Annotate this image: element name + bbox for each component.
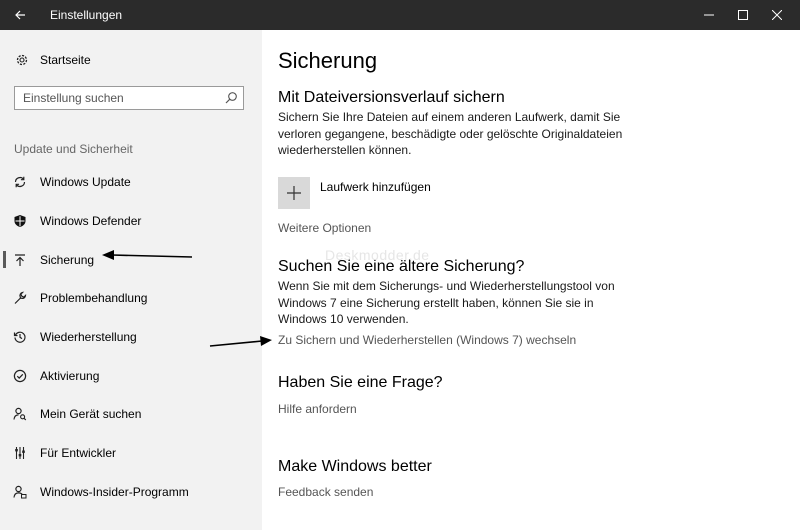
sidebar-item-label: Wiederherstellung (40, 330, 137, 345)
sidebar: Startseite Update und Sicherheit Windows… (0, 30, 262, 530)
get-help-link[interactable]: Hilfe anfordern (278, 402, 357, 416)
sidebar-item-windows-defender[interactable]: Windows Defender (0, 202, 262, 241)
sidebar-item-label: Für Entwickler (40, 446, 117, 461)
add-drive-label: Laufwerk hinzufügen (320, 180, 431, 194)
maximize-button[interactable] (726, 0, 760, 30)
sidebar-item-windows-insider[interactable]: Windows-Insider-Programm (0, 473, 262, 512)
wrench-icon (12, 290, 28, 306)
upload-arrow-icon (12, 252, 28, 268)
sidebar-item-sicherung[interactable]: Sicherung (0, 240, 262, 279)
feedback-link[interactable]: Feedback senden (278, 485, 373, 499)
back-icon (15, 10, 25, 20)
close-icon (772, 10, 782, 20)
minimize-button[interactable] (692, 0, 726, 30)
sidebar-item-windows-update[interactable]: Windows Update (0, 163, 262, 202)
person-search-icon (12, 406, 28, 422)
search-icon[interactable] (224, 91, 238, 105)
sync-icon (12, 174, 28, 190)
older-backup-description: Wenn Sie mit dem Sicherungs- und Wiederh… (278, 279, 615, 326)
sidebar-item-label: Aktivierung (40, 368, 100, 383)
settings-search-box[interactable] (14, 86, 244, 110)
title-bar: Einstellungen (0, 0, 800, 30)
file-history-heading: Mit Dateiversionsverlauf sichern (278, 89, 505, 106)
sidebar-item-label: Problembehandlung (40, 291, 148, 306)
windows7-backup-link[interactable]: Zu Sichern und Wiederherstellen (Windows… (278, 333, 576, 347)
sidebar-item-label: Windows-Insider-Programm (40, 484, 189, 499)
search-input[interactable] (15, 87, 223, 109)
history-icon (12, 329, 28, 345)
add-drive-button[interactable]: Laufwerk hinzufügen (278, 177, 431, 209)
home-label: Startseite (40, 53, 91, 67)
home-link[interactable]: Startseite (14, 52, 91, 68)
file-history-description: Sichern Sie Ihre Dateien auf einem ander… (278, 110, 623, 157)
maximize-icon (738, 10, 748, 20)
insider-icon (12, 484, 28, 500)
back-button[interactable] (0, 0, 40, 30)
shield-icon (12, 213, 28, 229)
sidebar-item-problembehandlung[interactable]: Problembehandlung (0, 279, 262, 318)
developer-sliders-icon (12, 445, 28, 461)
sidebar-item-aktivierung[interactable]: Aktivierung (0, 356, 262, 395)
section-title: Update und Sicherheit (14, 142, 133, 156)
close-button[interactable] (760, 0, 794, 30)
sidebar-item-fuer-entwickler[interactable]: Für Entwickler (0, 434, 262, 473)
feedback-heading: Make Windows better (278, 458, 432, 475)
more-options-link[interactable]: Weitere Optionen (278, 221, 371, 235)
page-title: Sicherung (278, 48, 378, 73)
sidebar-item-wiederherstellung[interactable]: Wiederherstellung (0, 318, 262, 357)
minimize-icon (704, 14, 714, 16)
sidebar-nav: Windows Update Windows Defender Sicherun… (0, 163, 262, 511)
sidebar-item-label: Windows Update (40, 175, 131, 190)
question-heading: Haben Sie eine Frage? (278, 374, 443, 391)
window-title: Einstellungen (50, 8, 123, 22)
plus-icon (278, 177, 310, 209)
sidebar-item-label: Sicherung (40, 252, 95, 267)
sidebar-item-label: Windows Defender (40, 214, 142, 229)
check-circle-icon (12, 368, 28, 384)
sidebar-item-mein-geraet-suchen[interactable]: Mein Gerät suchen (0, 395, 262, 434)
watermark: Deskmodder.de (325, 247, 430, 263)
sidebar-item-label: Mein Gerät suchen (40, 407, 142, 422)
gear-icon (14, 52, 30, 68)
